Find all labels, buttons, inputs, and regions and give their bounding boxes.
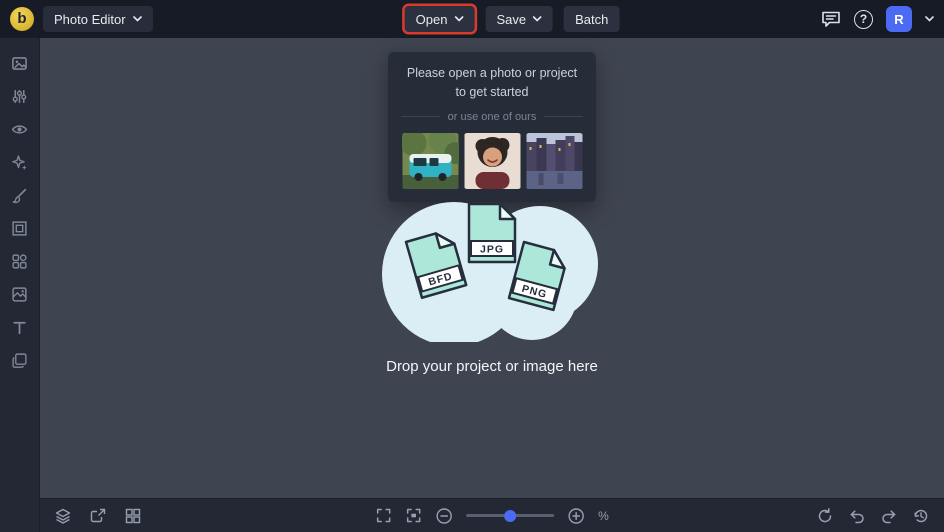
- chevron-down-icon: [132, 16, 142, 22]
- sidebar-tool-graphics[interactable]: [3, 246, 37, 276]
- bottombar: %: [40, 498, 944, 532]
- topbar-right: ? R: [821, 6, 934, 32]
- frame-icon: [12, 220, 27, 236]
- bottombar-right: [816, 507, 930, 525]
- popup-message: Please open a photo or project to get st…: [406, 66, 578, 99]
- grid-squares-icon: [125, 508, 141, 523]
- sidebar-tool-layers[interactable]: [3, 345, 37, 375]
- chevron-down-icon: [533, 16, 542, 22]
- layers-stack-icon: [55, 508, 71, 524]
- account-menu-button[interactable]: [925, 16, 934, 22]
- photo-editor-app: b Photo Editor Open Save Batch ? R Pleas…: [0, 0, 944, 532]
- layers-panel-button[interactable]: [54, 507, 72, 525]
- fit-screen-button[interactable]: [405, 507, 422, 524]
- sidebar-tool-touchup[interactable]: [3, 114, 37, 144]
- minus-circle-icon: [436, 507, 452, 524]
- undo-button[interactable]: [848, 507, 866, 525]
- zoom-in-button[interactable]: [567, 507, 585, 525]
- drop-zone-label: Drop your project or image here: [386, 358, 598, 375]
- sample-photo-van[interactable]: [401, 132, 459, 189]
- fullscreen-icon: [376, 508, 391, 523]
- popup-divider: or use one of ours: [401, 111, 583, 123]
- right-column: Please open a photo or project to get st…: [40, 38, 944, 532]
- text-icon: [13, 321, 26, 334]
- sidebar-tool-adjust[interactable]: [3, 81, 37, 111]
- batch-label: Batch: [575, 11, 609, 27]
- sample-photos: [401, 132, 583, 189]
- sparkle-icon: [12, 154, 27, 170]
- sidebar-tool-edit[interactable]: [3, 48, 37, 78]
- comment-icon: [822, 11, 840, 27]
- save-label: Save: [496, 11, 527, 27]
- redo-icon: [882, 509, 896, 523]
- history-clock-icon: [914, 509, 928, 522]
- logo-letter: b: [17, 10, 27, 27]
- help-button[interactable]: ?: [854, 9, 873, 29]
- zoom-percent-label: %: [598, 508, 609, 523]
- user-avatar[interactable]: R: [886, 6, 912, 32]
- undo-icon: [850, 509, 864, 523]
- history-button[interactable]: [912, 507, 930, 525]
- sidebar-tool-overlays[interactable]: [3, 279, 37, 309]
- batch-button[interactable]: Batch: [564, 6, 620, 32]
- layers-icon: [12, 352, 27, 368]
- save-button[interactable]: Save: [485, 6, 554, 32]
- zoom-out-button[interactable]: [435, 507, 453, 525]
- sidebar-tool-effects[interactable]: [3, 147, 37, 177]
- open-label: Open: [415, 11, 448, 27]
- fit-screen-icon: [406, 508, 421, 523]
- onboarding-popup: Please open a photo or project to get st…: [388, 52, 596, 202]
- export-icon: [90, 508, 106, 522]
- zoom-slider-thumb[interactable]: [504, 509, 517, 522]
- canvas[interactable]: Please open a photo or project to get st…: [40, 38, 944, 498]
- templates-button[interactable]: [124, 507, 142, 525]
- topbar-left: b Photo Editor: [10, 6, 153, 32]
- redo-button[interactable]: [880, 507, 898, 525]
- portrait-photo-thumbnail: [464, 132, 520, 189]
- file-types-illustration: BFD PNG JPG: [382, 202, 598, 342]
- drop-zone[interactable]: BFD PNG JPG Drop your project or image h…: [372, 190, 612, 375]
- open-button[interactable]: Open: [404, 6, 475, 32]
- app-logo[interactable]: b: [10, 7, 34, 31]
- plus-circle-icon: [568, 507, 584, 524]
- topbar: b Photo Editor Open Save Batch ? R: [0, 0, 944, 38]
- chevron-down-icon: [925, 16, 934, 22]
- feedback-button[interactable]: [821, 10, 841, 28]
- brush-icon: [12, 188, 27, 203]
- reset-button[interactable]: [816, 507, 834, 525]
- grid-icon: [12, 253, 27, 269]
- van-photo-thumbnail: [401, 132, 459, 189]
- popup-divider-label: or use one of ours: [447, 110, 537, 123]
- sliders-icon: [12, 89, 27, 103]
- fullscreen-button[interactable]: [375, 507, 392, 524]
- sample-photo-portrait[interactable]: [464, 132, 521, 189]
- zoom-controls: %: [375, 507, 609, 525]
- tools-sidebar: [0, 38, 40, 532]
- overlay-icon: [12, 286, 27, 302]
- bottombar-left: [54, 507, 142, 525]
- help-icon: ?: [854, 9, 873, 29]
- topbar-center: Open Save Batch: [404, 6, 620, 32]
- eye-icon: [11, 124, 28, 134]
- jpg-label: JPG: [480, 244, 504, 256]
- export-button[interactable]: [89, 507, 107, 525]
- rotate-icon: [818, 507, 832, 522]
- sample-photo-canal[interactable]: [526, 132, 583, 189]
- main-area: Please open a photo or project to get st…: [0, 38, 944, 532]
- app-switcher-label: Photo Editor: [54, 11, 126, 27]
- file-icon-jpg: JPG: [467, 202, 517, 264]
- canal-photo-thumbnail: [526, 132, 582, 189]
- chevron-down-icon: [454, 16, 464, 22]
- app-switcher-button[interactable]: Photo Editor: [43, 6, 153, 32]
- sidebar-tool-artsy[interactable]: [3, 180, 37, 210]
- sidebar-tool-text[interactable]: [3, 312, 37, 342]
- photo-icon: [12, 56, 27, 70]
- avatar-initial: R: [894, 11, 904, 27]
- zoom-slider[interactable]: [466, 509, 555, 523]
- sidebar-tool-frames[interactable]: [3, 213, 37, 243]
- help-glyph: ?: [859, 12, 868, 26]
